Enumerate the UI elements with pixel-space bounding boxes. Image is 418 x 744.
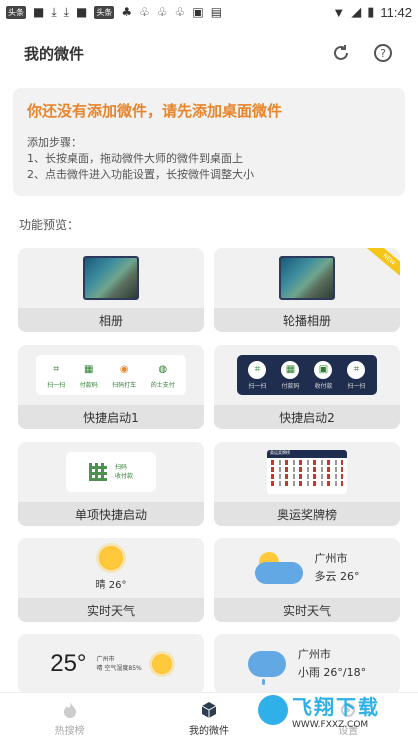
single-line2: 收付款 [114, 473, 133, 480]
weather-city: 广州市 [297, 648, 331, 661]
app-icon: ♣ [121, 5, 133, 19]
shortcut-item: ▦ 付款码 [281, 360, 300, 390]
watermark-logo-icon [258, 695, 288, 725]
shortcut-panel: ⌗ 扫一扫 ▦ 付款码 ▣ 收付款 ⌗ 扫一扫 [237, 355, 377, 395]
step-2: 2、点击微件进入功能设置，长按微件调整大小 [27, 168, 254, 181]
qr-icon [88, 463, 107, 481]
weather-desc: 晴 空气湿度85% [96, 665, 142, 672]
medal-row [271, 474, 343, 479]
cube-icon [201, 701, 217, 718]
battery-icon: ▮ [367, 4, 375, 19]
page-title: 我的微件 [24, 44, 85, 63]
shortcut-item: ▦ 付款码 [80, 362, 98, 389]
scan-icon: ⌗ [347, 360, 366, 379]
medal-row [271, 460, 343, 465]
widget-card-weather4[interactable]: 广州市 小雨 26°/18° [214, 634, 400, 694]
notification-icons: 头条 ■ ⤓ ⤓ ■ 头条 ♣ ♧ ♧ ♧ ▣ ▤ [6, 5, 222, 20]
app-icon: ♧ [156, 5, 168, 19]
empty-notice-card: 你还没有添加微件，请先添加桌面微件 添加步骤： 1、长按桌面，拖动微件大师的微件… [13, 88, 405, 196]
nav-label: 我的微件 [188, 725, 229, 737]
weather-city: 广州市 [96, 656, 115, 663]
sun-icon [151, 654, 172, 674]
card-label: 轮播相册 [214, 308, 400, 332]
widget-card-medals[interactable]: 奥运奖牌榜 奥运奖牌榜 [214, 442, 400, 526]
qr-icon: ▦ [281, 360, 300, 379]
medal-head: 奥运奖牌榜 [267, 450, 347, 458]
watermark: 飞翔下载 WWW.FXXZ.COM [258, 688, 414, 732]
signal-icon: ◢ [351, 4, 362, 19]
watermark-main: 飞翔下载 [292, 694, 380, 719]
notice-title: 你还没有添加微件，请先添加桌面微件 [27, 102, 283, 120]
app-icon: ♧ [174, 5, 186, 19]
taxi-icon: ◉ [119, 364, 129, 375]
pay-icon: ◍ [158, 364, 168, 375]
photo-thumbnail [83, 256, 139, 300]
card-label: 单项快捷启动 [18, 502, 204, 526]
medal-row [271, 481, 343, 486]
shortcut-item: ⌗ 扫一扫 [47, 362, 65, 389]
download-icon: ⤓ [63, 4, 69, 19]
medal-table-preview: 奥运奖牌榜 [267, 450, 347, 494]
clock: 11:42 [380, 4, 412, 20]
refresh-icon[interactable] [330, 42, 352, 64]
app-icon: ■ [75, 5, 88, 19]
medal-row [271, 467, 343, 472]
weather-cond: 小雨 26°/18° [297, 666, 367, 679]
widget-card-single[interactable]: 扫码 收付款 单项快捷启动 [18, 442, 204, 526]
widget-card-shortcut1[interactable]: ⌗ 扫一扫 ▦ 付款码 ◉ 扫码打车 ◍ 的士支付 快捷启动1 [18, 345, 204, 429]
card-label: 快捷启动1 [18, 405, 204, 429]
shortcut-item: ◍ 的士支付 [151, 362, 175, 389]
card-label: 快捷启动2 [214, 405, 400, 429]
rain-cloud-icon [247, 651, 286, 685]
nav-label: 热搜榜 [54, 725, 85, 737]
weather-text: 晴 26° [95, 579, 127, 591]
toutiao-chip: 头条 [94, 5, 115, 19]
app-icon: ▣ [192, 5, 204, 19]
photo-thumbnail [279, 256, 335, 300]
wifi-icon: ▼ [332, 4, 346, 20]
widget-card-weather1[interactable]: 晴 26° 实时天气 [18, 538, 204, 622]
sun-icon [99, 545, 123, 570]
widget-card-weather3[interactable]: 25° 广州市 晴 空气湿度85% [18, 634, 204, 694]
toutiao-chip: 头条 [6, 5, 26, 19]
weather-cond: 多云 26° [314, 570, 360, 583]
qr-icon: ▣ [314, 360, 333, 379]
card-label: 相册 [18, 308, 204, 332]
app-icon: ♧ [139, 5, 150, 19]
widget-card-weather2[interactable]: 广州市 多云 26° 实时天气 [214, 538, 400, 622]
card-label: 实时天气 [214, 598, 400, 622]
help-icon[interactable]: ? [372, 42, 394, 64]
nav-hot[interactable]: 热搜榜 [0, 693, 139, 744]
shortcut-item: ▣ 收付款 [314, 360, 333, 390]
shortcut-item: ⌗ 扫一扫 [248, 360, 267, 390]
scan-icon: ⌗ [248, 360, 267, 379]
single-line1: 扫码 [114, 464, 127, 471]
flame-icon [63, 701, 76, 718]
svg-text:?: ? [380, 47, 386, 60]
single-panel: 扫码 收付款 [66, 452, 156, 492]
download-icon: ⤓ [51, 4, 57, 19]
app-header: 我的微件 ? [0, 24, 418, 82]
shortcut-item: ◉ 扫码打车 [112, 362, 136, 389]
status-bar: 头条 ■ ⤓ ⤓ ■ 头条 ♣ ♧ ♧ ♧ ▣ ▤ ▼ ◢ ▮ 11:42 [0, 0, 418, 24]
weather-city: 广州市 [314, 552, 348, 565]
widget-card-album[interactable]: 相册 [18, 248, 204, 332]
scan-icon: ⌗ [53, 364, 60, 375]
steps-title: 添加步骤： [27, 136, 82, 149]
big-temperature: 25° [50, 650, 87, 677]
card-label: 奥运奖牌榜 [214, 502, 400, 526]
section-label: 功能预览： [19, 218, 80, 232]
qr-icon: ▦ [84, 364, 94, 375]
step-1: 1、长按桌面，拖动微件大师的微件到桌面上 [27, 152, 243, 165]
shortcut-panel: ⌗ 扫一扫 ▦ 付款码 ◉ 扫码打车 ◍ 的士支付 [36, 355, 186, 395]
watermark-sub: WWW.FXXZ.COM [292, 719, 369, 730]
app-icon: ■ [33, 5, 45, 19]
widget-card-shortcut2[interactable]: ⌗ 扫一扫 ▦ 付款码 ▣ 收付款 ⌗ 扫一扫 快捷启动2 [214, 345, 400, 429]
app-icon: ▤ [210, 5, 223, 19]
card-label: 实时天气 [18, 598, 204, 622]
shortcut-item: ⌗ 扫一扫 [347, 360, 366, 390]
widget-card-carousel[interactable]: NEW 轮播相册 [214, 248, 400, 332]
partly-cloudy-icon [254, 552, 303, 584]
